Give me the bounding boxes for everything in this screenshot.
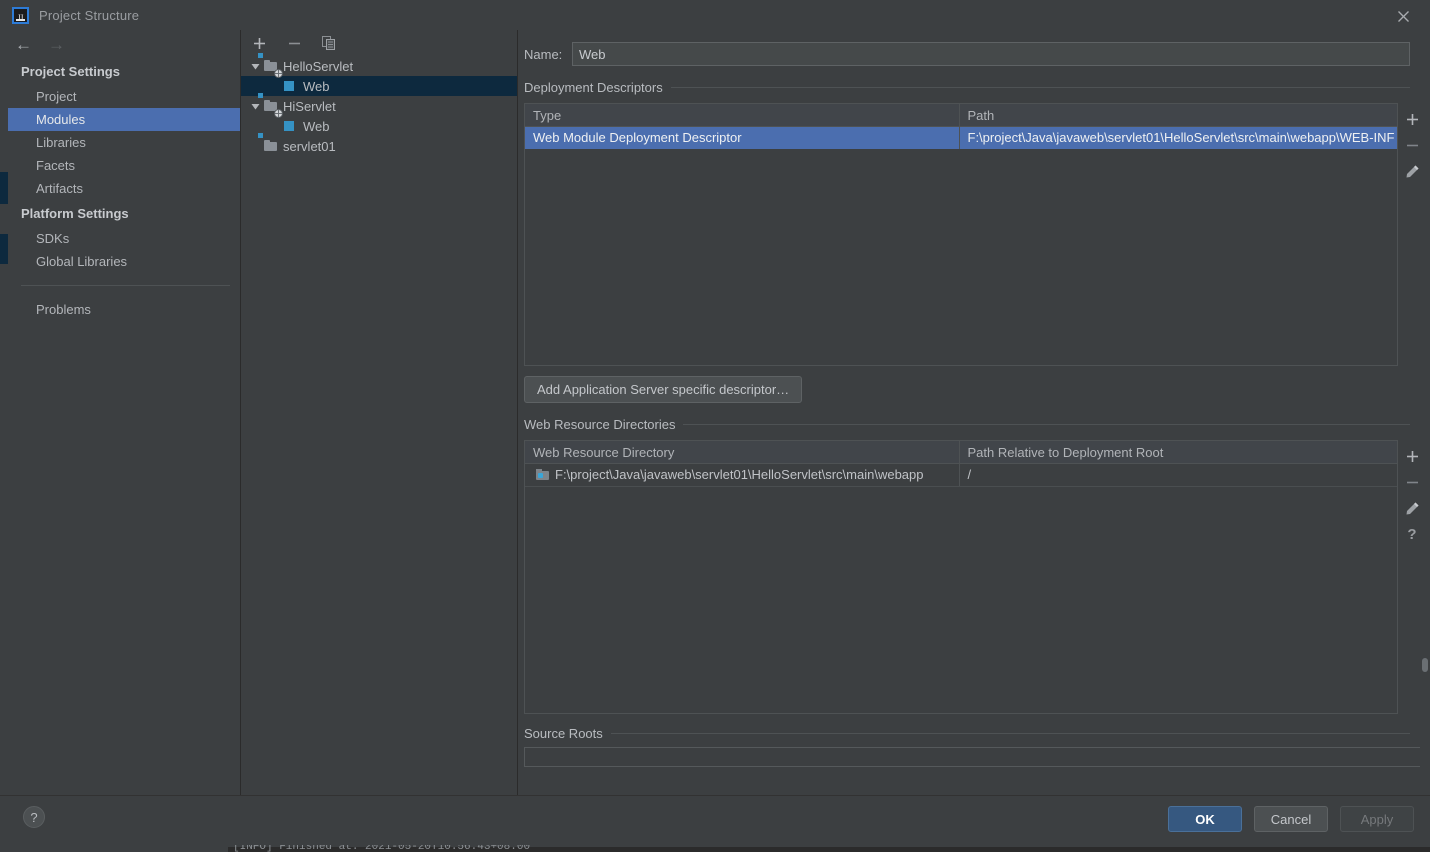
section-divider [610,733,1410,734]
content-scrollbar[interactable] [1420,30,1430,795]
tree-node-label: Web [303,118,330,134]
dialog-footer: ? OK Cancel Apply [0,795,1430,847]
sidebar-item-facets[interactable]: Facets [8,154,240,177]
cell-descriptor-type: Web Module Deployment Descriptor [533,130,742,145]
table-header-row: Type Path [525,104,1397,127]
table-row[interactable]: Web Module Deployment Descriptor F:\proj… [525,127,1397,149]
console-output-line: [INFO] Finished at: 2021-05-20T10:56:43+… [233,845,531,852]
plus-icon[interactable] [251,35,267,51]
module-name-label: Name: [524,46,563,62]
web-resource-directories-table-wrap: Web Resource Directory Path Relative to … [524,440,1430,714]
left-edge-accent [0,172,8,204]
navigation-arrows: ← → [8,30,240,58]
scrollbar-thumb[interactable] [1422,658,1428,672]
add-app-server-descriptor-wrap: Add Application Server specific descript… [524,376,1430,403]
sidebar-item-modules[interactable]: Modules [8,108,240,131]
column-header-type[interactable]: Type [525,104,959,126]
module-settings-content: Name: Deployment Descriptors Type Path W… [518,30,1430,795]
column-header-path-relative[interactable]: Path Relative to Deployment Root [958,441,1398,463]
deployment-descriptors-table-wrap: Type Path Web Module Deployment Descript… [524,103,1430,366]
source-roots-field[interactable] [524,747,1424,767]
table-row[interactable]: F:\project\Java\javaweb\servlet01\HelloS… [525,464,1397,486]
ok-button[interactable]: OK [1168,806,1242,832]
sidebar-divider [21,285,230,286]
cell-descriptor-path: F:\project\Java\javaweb\servlet01\HelloS… [958,127,1398,149]
tree-node-label: HiServlet [283,98,336,114]
web-facet-icon [274,109,299,134]
cell-relative-path: / [958,464,1398,486]
column-header-web-resource-directory[interactable]: Web Resource Directory [525,441,959,463]
window-title: Project Structure [39,7,140,23]
deployment-descriptors-title: Deployment Descriptors [524,80,663,95]
module-tree-toolbar [241,30,517,56]
sidebar-item-artifacts[interactable]: Artifacts [8,177,240,200]
tree-node-servlet01[interactable]: servlet01 [241,133,517,156]
module-tree-panel: HelloServlet Web HiServlet Web servlet01 [240,30,518,795]
cell-web-resource-directory-text: F:\project\Java\javaweb\servlet01\HelloS… [555,467,924,482]
column-header-path[interactable]: Path [958,104,1398,126]
arrow-right-icon[interactable]: → [48,36,65,53]
deployment-descriptors-header: Deployment Descriptors [524,80,1410,95]
row-separator [525,486,1397,487]
sidebar-item-project[interactable]: Project [8,85,240,108]
deployment-descriptors-table: Type Path Web Module Deployment Descript… [524,103,1398,366]
close-icon[interactable] [1392,6,1414,26]
minus-icon[interactable] [286,35,302,51]
sidebar-item-problems[interactable]: Problems [8,298,240,321]
module-folder-icon [258,133,279,154]
cell-web-resource-directory: F:\project\Java\javaweb\servlet01\HelloS… [525,464,959,486]
web-resource-directories-table: Web Resource Directory Path Relative to … [524,440,1398,714]
sidebar-item-global-libraries[interactable]: Global Libraries [8,250,240,273]
left-edge-accent-secondary [0,234,8,264]
chevron-down-icon[interactable] [247,102,263,111]
table-header-row: Web Resource Directory Path Relative to … [525,441,1397,464]
logo-underline [16,18,25,21]
sidebar-group-platform-settings: Platform Settings [21,206,129,221]
sidebar-group-project-settings: Project Settings [21,64,120,79]
cancel-button[interactable]: Cancel [1254,806,1328,832]
tree-node-label: Web [303,78,330,94]
source-roots-title: Source Roots [524,726,603,741]
source-roots-header: Source Roots [524,726,1410,741]
question-glyph: ? [1407,525,1417,543]
apply-button[interactable]: Apply [1340,806,1414,832]
web-facet-icon [274,69,299,94]
chevron-down-icon[interactable] [247,62,263,71]
dialog-button-group: OK Cancel Apply [1168,806,1414,832]
module-name-row: Name: [524,42,1410,66]
intellij-logo-icon: IJ [12,6,29,24]
sidebar-item-libraries[interactable]: Libraries [8,131,240,154]
sidebar-item-sdks[interactable]: SDKs [8,227,240,250]
web-resource-directories-header: Web Resource Directories [524,417,1410,432]
settings-sidebar: ← → Project Settings Project Modules Lib… [8,30,240,795]
add-app-server-descriptor-button[interactable]: Add Application Server specific descript… [524,376,803,403]
directory-icon [536,468,550,482]
copy-icon[interactable] [321,35,337,51]
section-divider [670,87,1410,88]
module-name-input[interactable] [572,42,1410,66]
web-resource-directories-title: Web Resource Directories [524,417,676,432]
arrow-left-icon[interactable]: ← [15,36,32,53]
tree-node-helloservlet-web[interactable]: Web [241,69,517,96]
tree-node-label: HelloServlet [283,58,354,74]
tree-node-hiservlet-web[interactable]: Web [241,109,517,136]
section-divider [683,424,1410,425]
project-structure-dialog: IJ Project Structure ← → Project Setting… [0,0,1430,852]
console-clip: [INFO] Finished at: 2021-05-20T10:56:43+… [0,845,1430,852]
help-button[interactable]: ? [23,806,45,828]
title-bar: IJ Project Structure [0,0,1430,30]
tree-node-label: servlet01 [283,138,336,154]
